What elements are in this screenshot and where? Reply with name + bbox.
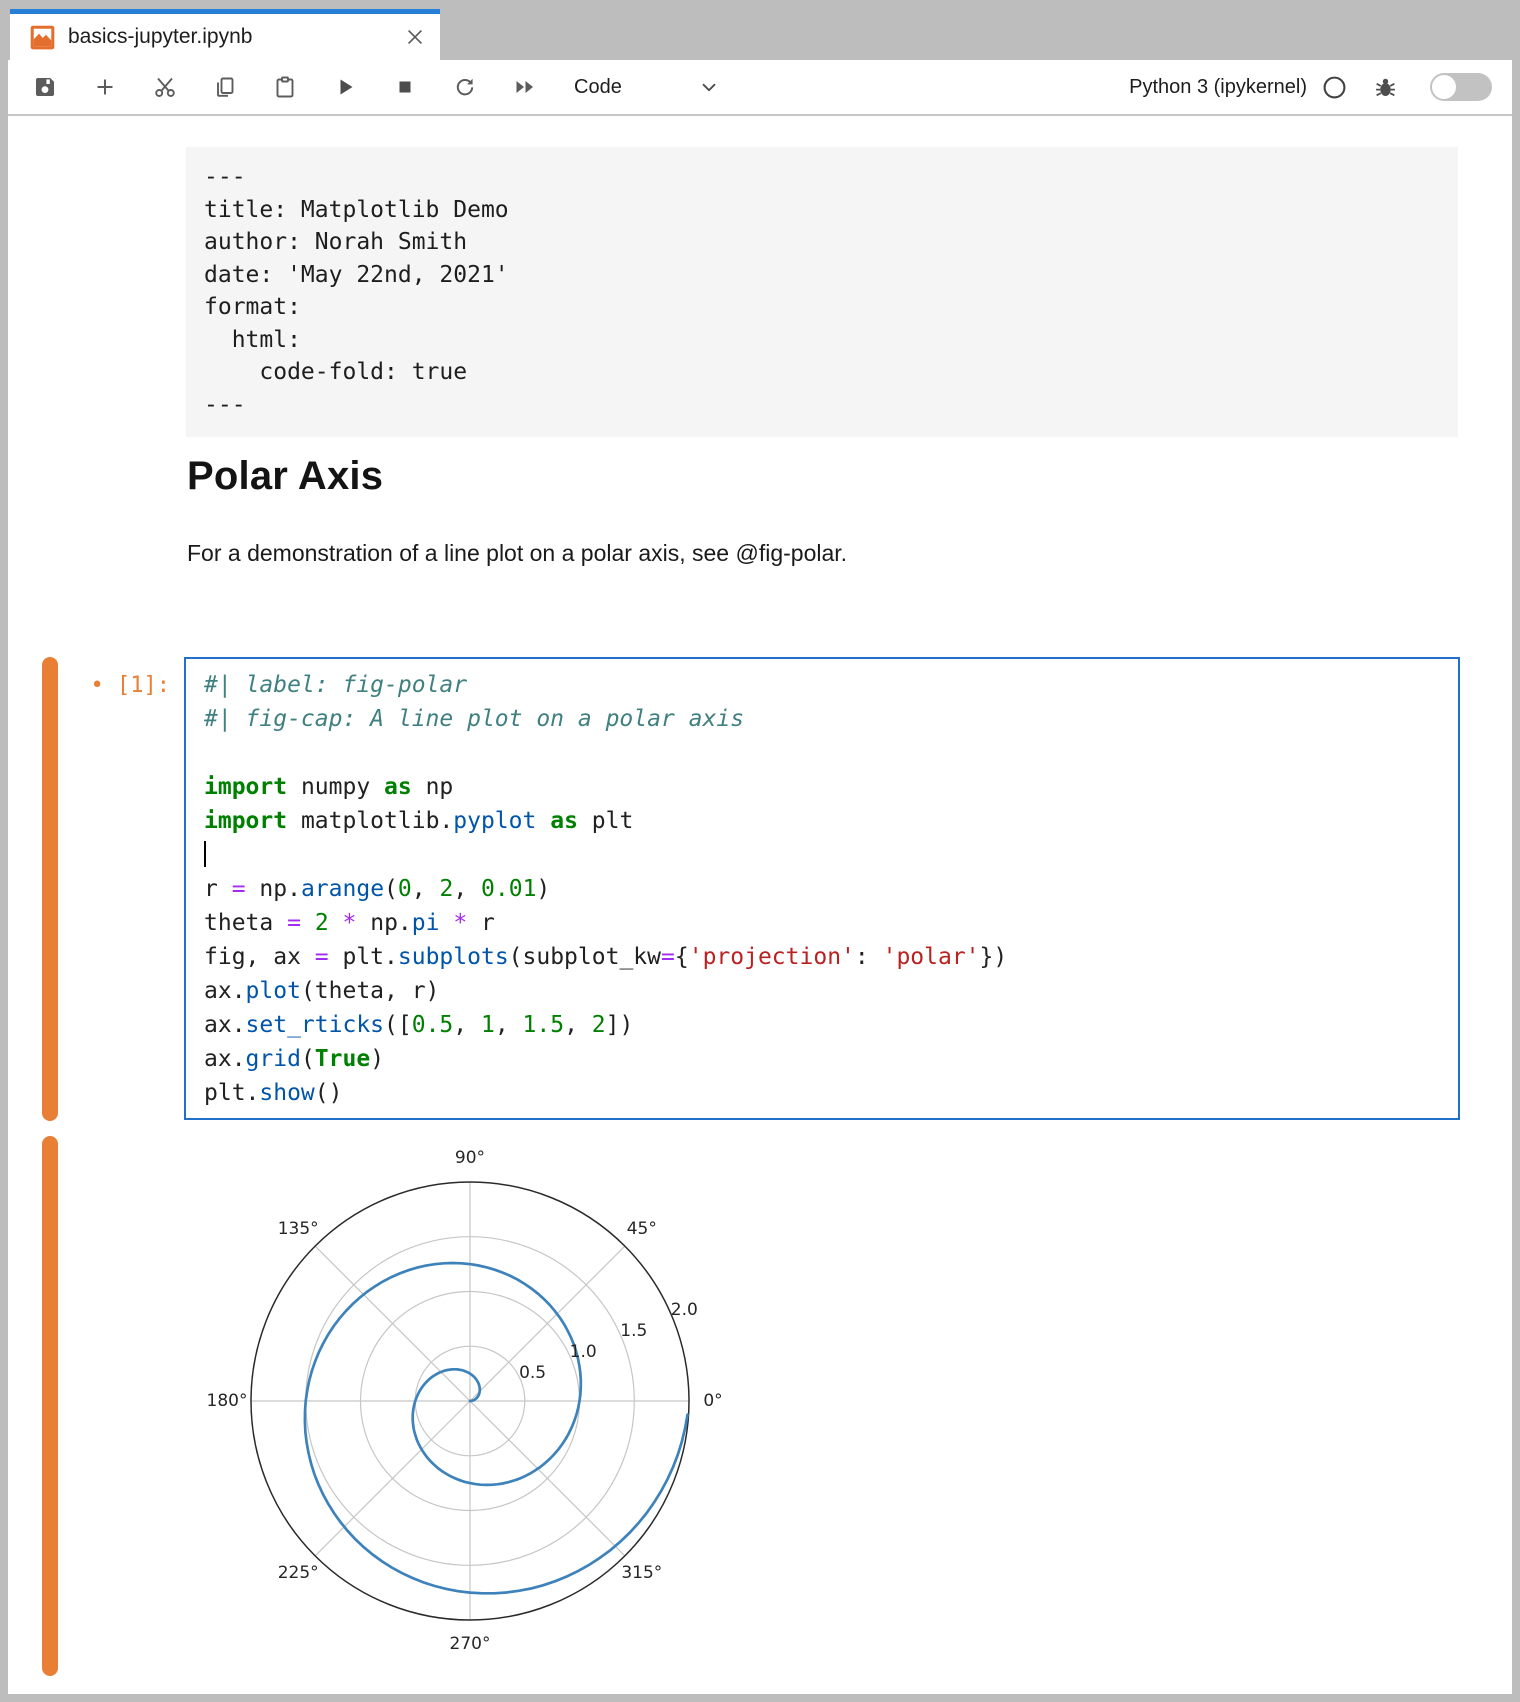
kernel-idle-circle-icon[interactable] [1322,75,1347,100]
svg-text:1.5: 1.5 [620,1321,647,1341]
page-title: Polar Axis [187,454,383,499]
paste-cells-button[interactable] [272,74,298,100]
cell-output-collapser[interactable] [42,1136,58,1676]
svg-text:270°: 270° [450,1634,491,1654]
svg-text:2.0: 2.0 [671,1300,698,1320]
cut-cells-button[interactable] [152,74,178,100]
jupyterlab-window: basics-jupyter.ipynb [0,0,1520,1702]
run-button[interactable] [332,74,358,100]
run-icon [333,75,357,99]
stop-button[interactable] [392,74,418,100]
cell-type-dropdown[interactable]: Code [574,76,720,99]
svg-text:315°: 315° [621,1563,662,1583]
copy-cells-icon [213,75,237,99]
execution-prompt: • [1]: [18,669,170,703]
close-icon[interactable] [404,26,426,48]
paste-cells-icon [273,75,297,99]
code-editor[interactable]: #| label: fig-polar#| fig-cap: A line pl… [186,659,1458,1119]
tab-bar: basics-jupyter.ipynb [8,8,1512,60]
code-cell[interactable]: #| label: fig-polar#| fig-cap: A line pl… [184,657,1460,1120]
toggle-knob [1432,75,1456,99]
stop-icon [393,75,417,99]
svg-text:0.5: 0.5 [519,1363,546,1383]
cell-type-value: Code [574,76,622,99]
bug-icon[interactable] [1373,75,1398,100]
save-icon [33,75,57,99]
svg-text:1.0: 1.0 [570,1342,597,1362]
chevron-down-icon [698,76,720,98]
notebook-toolbar: Code Python 3 (ipykernel) [8,60,1512,116]
restart-kernel-icon [453,75,477,99]
kernel-name[interactable]: Python 3 (ipykernel) [1129,76,1307,99]
svg-text:135°: 135° [278,1219,319,1239]
tab-title: basics-jupyter.ipynb [68,25,404,49]
add-cell-icon [93,75,117,99]
svg-text:90°: 90° [455,1148,485,1168]
run-all-icon [513,75,537,99]
restart-kernel-button[interactable] [452,74,478,100]
cut-cells-icon [153,75,177,99]
polar-plot: 0° 45° 90° 135° 180° 225° 270° 315° 0.5 1.0 1.5 2.0 [178,1132,738,1694]
markdown-paragraph: For a demonstration of a line plot on a … [187,538,847,568]
svg-text:180°: 180° [207,1391,248,1411]
save-button[interactable] [32,74,58,100]
simple-interface-toggle[interactable] [1430,73,1492,101]
yaml-raw-cell[interactable]: --- title: Matplotlib Demo author: Norah… [186,147,1458,437]
svg-text:45°: 45° [627,1219,657,1239]
notebook-icon [29,24,56,51]
run-all-button[interactable] [512,74,538,100]
cell-input-collapser[interactable] [42,657,58,1121]
notebook-content: --- title: Matplotlib Demo author: Norah… [8,116,1512,1694]
cell-output-area: 0° 45° 90° 135° 180° 225° 270° 315° 0.5 1.0 1.5 2.0 [178,1132,738,1694]
add-cell-button[interactable] [92,74,118,100]
yaml-source: --- title: Matplotlib Demo author: Norah… [204,161,1440,421]
svg-text:225°: 225° [278,1563,319,1583]
notebook-tab[interactable]: basics-jupyter.ipynb [10,9,440,60]
toolbar-right: Python 3 (ipykernel) [1129,73,1512,101]
copy-cells-button[interactable] [212,74,238,100]
svg-text:0°: 0° [703,1391,722,1411]
